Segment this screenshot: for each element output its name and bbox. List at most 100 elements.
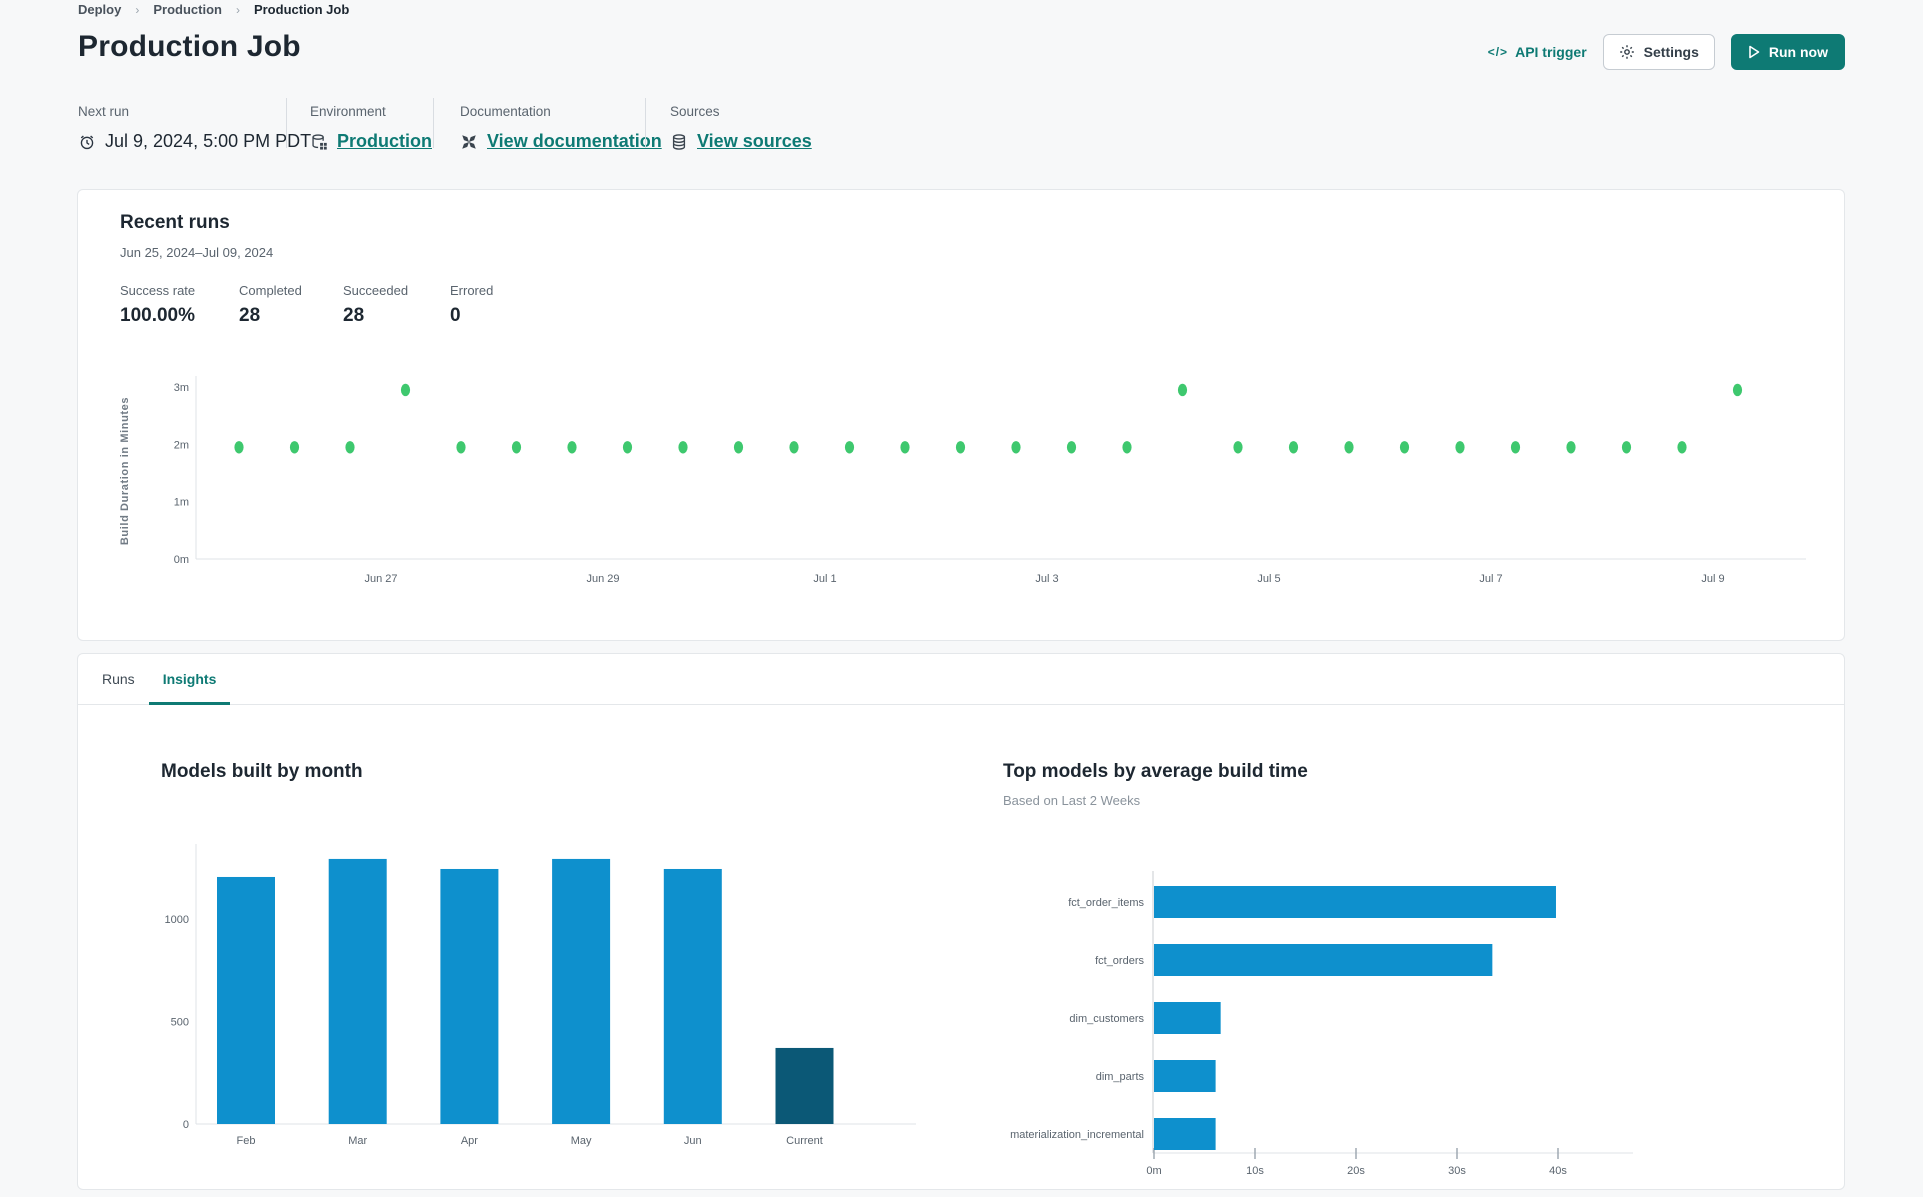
model-label: materialization_incremental <box>1010 1129 1144 1141</box>
x-tick-label: Jun 27 <box>364 573 397 585</box>
run-dot[interactable] <box>1066 441 1077 454</box>
run-dot[interactable] <box>844 441 855 454</box>
run-dot[interactable] <box>345 441 355 454</box>
run-dot[interactable] <box>1510 441 1521 454</box>
x-tick-label: Jun <box>684 1135 702 1147</box>
gear-icon <box>1619 44 1635 60</box>
x-tick-label: 10s <box>1246 1165 1264 1177</box>
breadcrumb-production-job: Production Job <box>253 2 350 17</box>
run-dot[interactable] <box>1177 383 1188 397</box>
y-tick-label: 500 <box>171 1017 189 1029</box>
stat-label: Errored <box>450 283 494 298</box>
run-dot[interactable] <box>567 441 577 454</box>
tab-insights[interactable]: Insights <box>148 654 231 705</box>
month-bar-may <box>552 858 611 1124</box>
month-bar-jun <box>663 868 722 1124</box>
y-axis-title: Build Duration in Minutes <box>119 397 131 545</box>
x-tick-label: Mar <box>348 1135 367 1147</box>
x-tick-label: Jul 7 <box>1479 573 1502 585</box>
run-dot[interactable] <box>1399 441 1410 454</box>
tab-bar: Runs Insights <box>78 654 1844 705</box>
x-tick-label: Feb <box>237 1135 256 1147</box>
run-dot[interactable] <box>511 441 522 454</box>
view-documentation-link[interactable]: View documentation <box>487 131 662 152</box>
chevron-right-icon: › <box>235 2 240 17</box>
run-dot[interactable] <box>1732 383 1743 397</box>
model-label: fct_order_items <box>1068 897 1144 909</box>
tab-runs[interactable]: Runs <box>88 654 149 704</box>
month-bar-feb <box>217 876 275 1124</box>
run-dot[interactable] <box>400 383 411 397</box>
run-dot[interactable] <box>789 441 799 454</box>
production-job-page: Deploy › Production › Production Job Pro… <box>0 0 1923 1197</box>
run-dot[interactable] <box>1455 441 1465 454</box>
recent-runs-title: Recent runs <box>120 212 230 233</box>
y-tick-label: 2m <box>174 439 189 451</box>
run-dot[interactable] <box>678 441 688 454</box>
stat-completed: Completed 28 <box>239 283 302 327</box>
run-dot[interactable] <box>1566 441 1576 454</box>
model-bar-dim_parts <box>1154 1060 1216 1092</box>
build-duration-scatter-chart: 0m 1m 2m 3m Build Duration in Minutes Jun 27 J… <box>119 376 1806 585</box>
settings-label: Settings <box>1643 44 1699 60</box>
run-dot[interactable] <box>1344 441 1354 454</box>
models-by-month-title: Models built by month <box>161 761 363 782</box>
model-bar-materialization_incremental <box>1154 1118 1216 1150</box>
run-dot[interactable] <box>900 441 910 454</box>
run-dot[interactable] <box>1233 441 1243 454</box>
environment-label: Environment <box>310 104 386 119</box>
x-tick-label: 0m <box>1146 1165 1161 1177</box>
run-dot[interactable] <box>1621 441 1632 454</box>
stat-errored: Errored 0 <box>450 283 493 327</box>
divider <box>433 98 434 148</box>
header-actions: </> API trigger Settings Run now <box>1488 34 1845 70</box>
stat-success-rate: Success rate 100.00% <box>120 283 195 327</box>
environment-info: Environment Production <box>310 104 432 152</box>
month-bar-apr <box>440 868 499 1124</box>
run-dot[interactable] <box>733 441 744 454</box>
models-by-month-chart: 0 500 1000 Feb Mar Apr May Jun Current <box>165 844 916 1147</box>
x-tick-label: Jul 1 <box>813 573 836 585</box>
run-dot[interactable] <box>1677 441 1687 454</box>
run-dot[interactable] <box>1288 441 1299 454</box>
model-label: dim_customers <box>1069 1013 1144 1025</box>
run-dot[interactable] <box>1122 441 1132 454</box>
x-tick-label: Jul 9 <box>1701 573 1724 585</box>
y-tick-label: 3m <box>174 382 189 394</box>
x-tick-label: 30s <box>1448 1165 1466 1177</box>
settings-button[interactable]: Settings <box>1602 34 1715 70</box>
run-dot[interactable] <box>289 441 300 454</box>
recent-runs-date-range: Jun 25, 2024–Jul 09, 2024 <box>120 245 274 260</box>
x-tick-label: 40s <box>1549 1165 1567 1177</box>
environment-link[interactable]: Production <box>337 131 432 152</box>
month-bar-mar <box>328 858 387 1124</box>
x-tick-label: Apr <box>461 1135 478 1147</box>
alarm-clock-icon <box>78 133 96 151</box>
divider <box>286 98 287 148</box>
stat-label: Succeeded <box>343 283 409 298</box>
api-trigger-link[interactable]: </> API trigger <box>1488 44 1587 60</box>
y-tick-label: 1m <box>174 497 189 509</box>
breadcrumb-deploy[interactable]: Deploy <box>78 2 121 17</box>
stat-value: 28 <box>343 305 365 326</box>
run-dot[interactable] <box>456 441 466 454</box>
stat-value: 28 <box>239 305 261 326</box>
x-tick-label: Jul 5 <box>1257 573 1280 585</box>
view-sources-link[interactable]: View sources <box>697 131 812 152</box>
next-run-info: Next run Jul 9, 2024, 5:00 PM PDT <box>78 104 311 152</box>
top-models-chart: 0m 10s 20s 30s 40s fct_order_items fct_ordersd… <box>1010 871 1633 1177</box>
run-dot[interactable] <box>1011 441 1021 454</box>
run-now-button[interactable]: Run now <box>1730 34 1845 70</box>
breadcrumb-production[interactable]: Production <box>153 2 222 17</box>
y-tick-label: 1000 <box>165 914 189 926</box>
recent-runs-card: Recent runs Jun 25, 2024–Jul 09, 2024 Su… <box>77 189 1845 641</box>
environment-database-icon <box>310 133 328 151</box>
model-bar-dim_customers <box>1154 1002 1221 1034</box>
run-dot[interactable] <box>955 441 966 454</box>
next-run-label: Next run <box>78 104 130 119</box>
x-tick-label: Jun 29 <box>586 573 619 585</box>
stat-value: 100.00% <box>120 305 196 326</box>
run-dot[interactable] <box>234 441 244 454</box>
play-icon <box>1748 45 1760 59</box>
run-dot[interactable] <box>622 441 633 454</box>
